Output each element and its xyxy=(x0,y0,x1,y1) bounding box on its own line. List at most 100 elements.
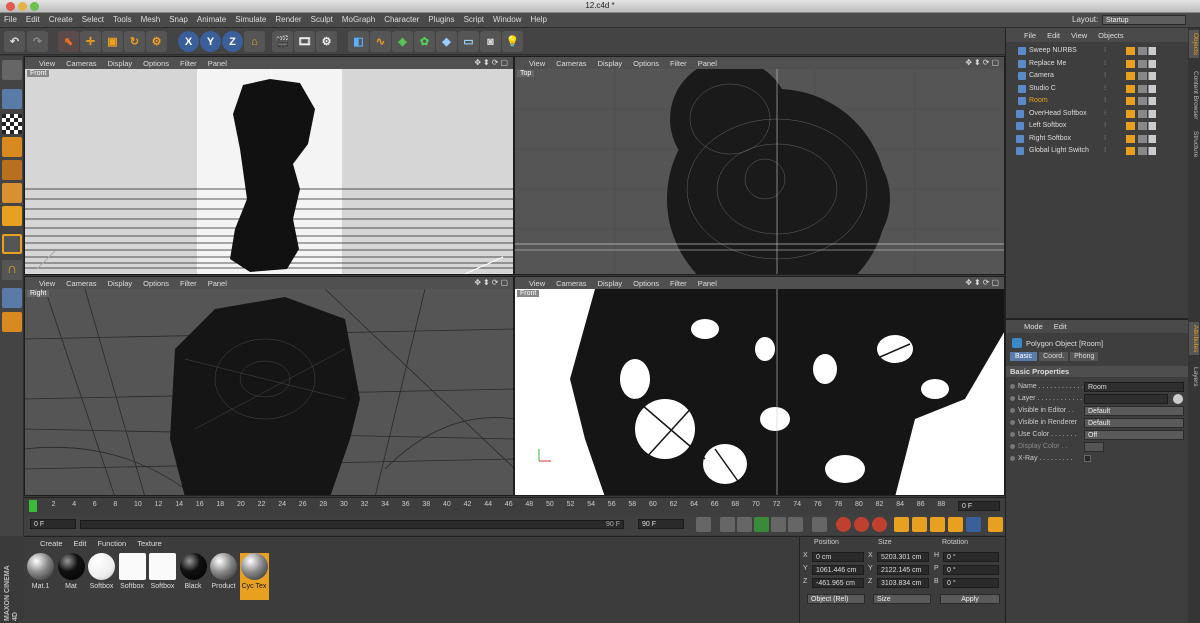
workplane-mode-button[interactable] xyxy=(2,137,22,157)
next-frame-button[interactable] xyxy=(771,517,786,532)
key-pla-button[interactable] xyxy=(966,517,981,532)
viewport-nav-icons[interactable]: ✥⬍⟳▢ xyxy=(474,278,510,287)
deformer-button[interactable]: ◆ xyxy=(436,31,457,52)
object-tags-icon[interactable] xyxy=(1126,109,1156,118)
menu-snap[interactable]: Snap xyxy=(169,15,188,24)
display-color-swatch[interactable] xyxy=(1084,442,1104,452)
timeline-range-slider[interactable]: 90 F xyxy=(80,520,624,529)
key-scale-button[interactable] xyxy=(912,517,927,532)
tab-layers[interactable]: Layers xyxy=(1189,364,1199,390)
viewport-top[interactable]: View Cameras Display Options Filter Panel ✥⬍⟳… xyxy=(514,56,1005,275)
make-editable-button[interactable] xyxy=(2,60,22,80)
viewport-perspective[interactable]: View Cameras Display Options Filter Panel ✥⬍⟳… xyxy=(514,276,1005,496)
coordinate-mode-select[interactable]: Object (Rel) xyxy=(807,594,865,604)
key-parameter-button[interactable] xyxy=(948,517,963,532)
menu-help[interactable]: Help xyxy=(530,15,546,24)
display-menu[interactable]: Display xyxy=(108,59,133,68)
keyframe-selection-button[interactable] xyxy=(872,517,887,532)
menu-mesh[interactable]: Mesh xyxy=(141,15,161,24)
panel-menu[interactable]: Panel xyxy=(208,279,227,288)
record-keys-button[interactable] xyxy=(836,517,851,532)
options-menu[interactable]: Options xyxy=(143,279,169,288)
menu-select[interactable]: Select xyxy=(82,15,104,24)
menu-character[interactable]: Character xyxy=(384,15,419,24)
object-tags-icon[interactable] xyxy=(1126,134,1156,143)
menu-tools[interactable]: Tools xyxy=(113,15,132,24)
object-tags-icon[interactable] xyxy=(1126,122,1156,130)
edges-mode-button[interactable] xyxy=(2,183,22,203)
attribute-select[interactable]: Off xyxy=(1084,430,1184,440)
end-frame-field[interactable]: 90 F xyxy=(638,519,684,529)
object-row[interactable]: Sweep NURBS ⁝ xyxy=(1008,45,1186,57)
edit-menu[interactable]: Edit xyxy=(1047,31,1060,40)
display-menu[interactable]: Display xyxy=(598,279,623,288)
key-rotation-button[interactable] xyxy=(930,517,945,532)
menu-script[interactable]: Script xyxy=(464,15,484,24)
animate-bullet-icon[interactable] xyxy=(1010,432,1015,437)
tab-attributes[interactable]: Attributes xyxy=(1189,322,1199,356)
current-frame-field[interactable]: 0 F xyxy=(958,501,1000,511)
rotation-field[interactable]: 0 ° xyxy=(943,578,999,588)
material-swatch[interactable]: Softbox xyxy=(118,553,147,600)
menu-simulate[interactable]: Simulate xyxy=(235,15,266,24)
visibility-dots-icon[interactable]: ⁝ xyxy=(1104,45,1106,57)
visibility-dots-icon[interactable]: ⁝ xyxy=(1104,70,1106,82)
animate-bullet-icon[interactable] xyxy=(1010,444,1015,449)
panel-menu[interactable]: Panel xyxy=(698,59,717,68)
autokey-button[interactable] xyxy=(854,517,869,532)
view-menu[interactable]: View xyxy=(529,279,545,288)
view-menu[interactable]: View xyxy=(1071,31,1087,40)
material-swatch[interactable]: Mat xyxy=(57,553,86,600)
menu-render[interactable]: Render xyxy=(275,15,301,24)
visibility-dots-icon[interactable]: ⁝ xyxy=(1104,83,1106,95)
object-tags-icon[interactable] xyxy=(1126,147,1156,155)
coordinate-system-button[interactable]: ⌂ xyxy=(244,31,265,52)
snap-button[interactable] xyxy=(2,288,22,308)
position-field[interactable]: -461.965 cm xyxy=(812,578,864,588)
goto-end-button[interactable] xyxy=(812,517,827,532)
menu-sculpt[interactable]: Sculpt xyxy=(311,15,333,24)
function-menu[interactable]: Function xyxy=(97,539,126,548)
view-menu[interactable]: View xyxy=(529,59,545,68)
name-field[interactable]: Room xyxy=(1084,382,1184,392)
apply-button[interactable]: Apply xyxy=(940,594,1000,604)
visibility-dots-icon[interactable]: ⁝ xyxy=(1104,133,1106,145)
animate-bullet-icon[interactable] xyxy=(1010,384,1015,389)
animate-bullet-icon[interactable] xyxy=(1010,408,1015,413)
animate-bullet-icon[interactable] xyxy=(1010,396,1015,401)
camera-button[interactable]: ◙ xyxy=(480,31,501,52)
animate-bullet-icon[interactable] xyxy=(1010,456,1015,461)
menu-window[interactable]: Window xyxy=(493,15,521,24)
material-swatch[interactable]: Black xyxy=(179,553,208,600)
options-menu[interactable]: Options xyxy=(633,59,659,68)
next-key-button[interactable] xyxy=(788,517,803,532)
menu-plugins[interactable]: Plugins xyxy=(428,15,454,24)
texture-menu[interactable]: Texture xyxy=(137,539,162,548)
object-row[interactable]: Right Softbox ⁝ xyxy=(1008,133,1186,145)
animate-bullet-icon[interactable] xyxy=(1010,420,1015,425)
material-swatch[interactable]: Softbox xyxy=(148,553,177,600)
view-menu[interactable]: View xyxy=(39,279,55,288)
visibility-dots-icon[interactable]: ⁝ xyxy=(1104,58,1106,70)
viewport-nav-icons[interactable]: ✥⬍⟳▢ xyxy=(474,58,510,67)
nurbs-button[interactable]: ◈ xyxy=(392,31,413,52)
tab-phong[interactable]: Phong xyxy=(1070,352,1099,361)
start-frame-field[interactable]: 0 F xyxy=(30,519,76,529)
visibility-dots-icon[interactable]: ⁝ xyxy=(1104,95,1106,107)
tab-content-browser[interactable]: Content Browser xyxy=(1189,68,1199,122)
scale-tool-button[interactable]: ▣ xyxy=(102,31,123,52)
size-mode-select[interactable]: Size xyxy=(873,594,931,604)
object-row[interactable]: Left Softbox ⁝ xyxy=(1008,120,1186,132)
y-axis-button[interactable]: Y xyxy=(200,31,221,52)
rotation-field[interactable]: 0 ° xyxy=(943,552,999,562)
magnet-icon[interactable]: ∩ xyxy=(2,260,22,280)
options-menu[interactable]: Options xyxy=(143,59,169,68)
view-menu[interactable]: View xyxy=(39,59,55,68)
create-menu[interactable]: Create xyxy=(40,539,63,548)
material-swatch[interactable]: Softbox xyxy=(87,553,116,600)
filter-menu[interactable]: Filter xyxy=(670,279,687,288)
object-row[interactable]: Camera ⁝ xyxy=(1008,70,1186,82)
polygons-mode-button[interactable] xyxy=(2,206,22,226)
quantize-button[interactable] xyxy=(2,312,22,332)
menu-create[interactable]: Create xyxy=(49,15,73,24)
